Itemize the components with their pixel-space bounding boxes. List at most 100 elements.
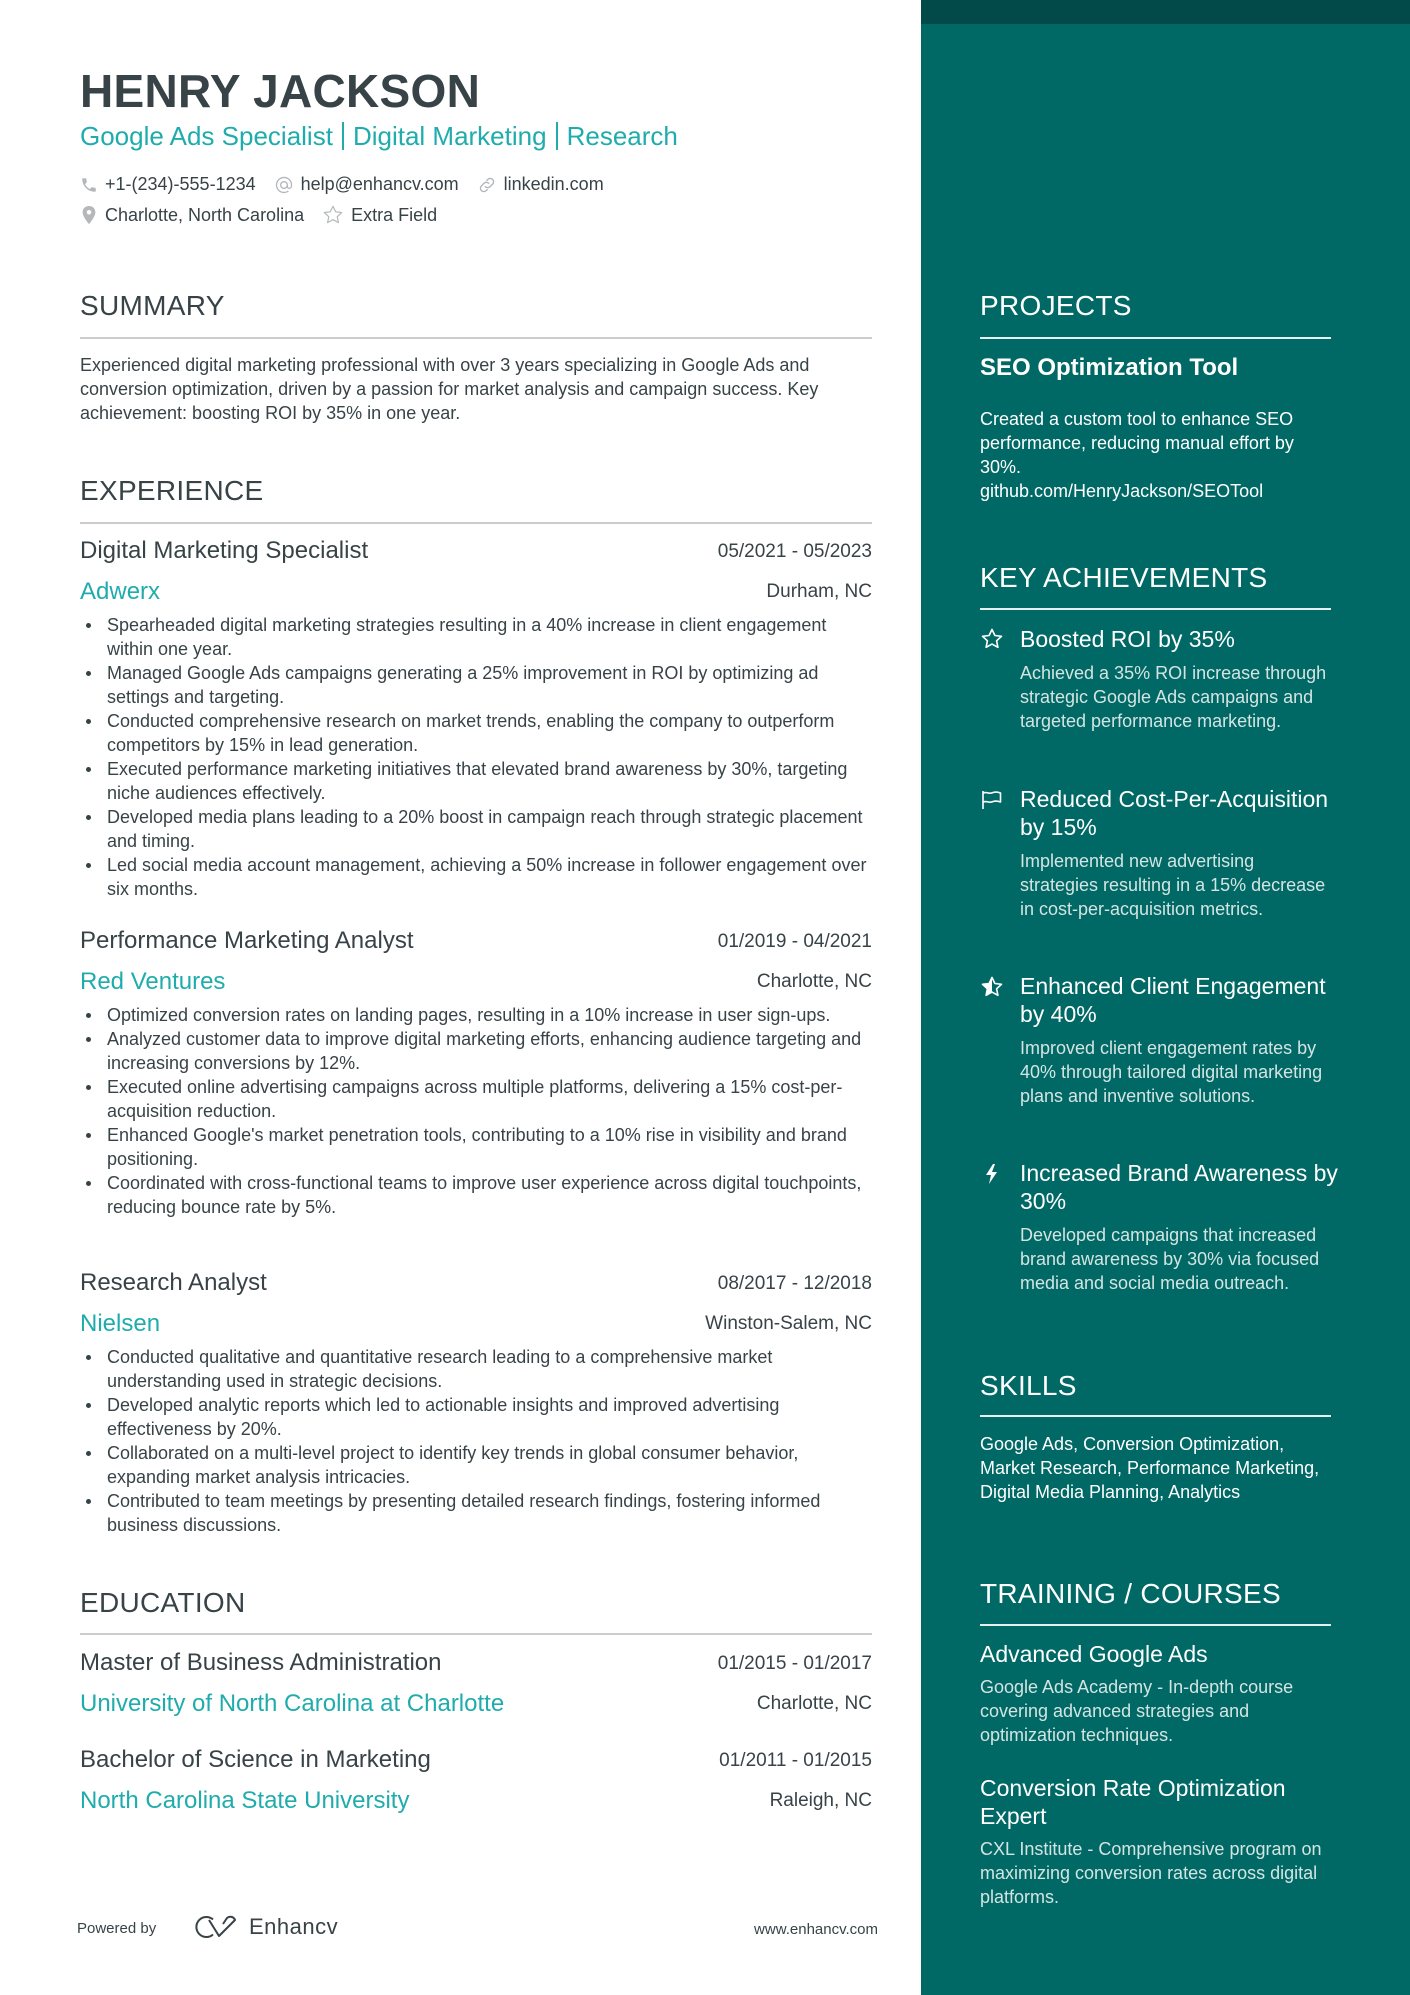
achievements-heading: KEY ACHIEVEMENTS [980, 562, 1268, 593]
star-outline-icon [323, 205, 343, 224]
summary-divider [80, 337, 872, 339]
headline: Google Ads Specialist Digital Marketing Re… [80, 121, 678, 152]
job-dates: 01/2019 - 04/2021 [717, 931, 872, 952]
job-location: Winston-Salem, NC [705, 1313, 872, 1334]
bullet-item: Led social media account management, ach… [80, 853, 872, 901]
bullet-item: Developed media plans leading to a 20% b… [80, 805, 872, 853]
achievement-title: Reduced Cost-Per-Acquisition by 15% [1020, 786, 1329, 840]
project-description-text: Created a custom tool to enhance SEO per… [980, 409, 1294, 477]
phone-text: +1-(234)-555-1234 [105, 174, 256, 194]
email-text: help@enhancv.com [300, 174, 459, 194]
headline-title-3: Research [566, 121, 678, 151]
education-divider [80, 1633, 872, 1635]
bullet-item: Optimized conversion rates on landing pa… [80, 1003, 872, 1027]
location-pin-icon [82, 206, 96, 224]
bullet-item: Coordinated with cross-functional teams … [80, 1171, 872, 1219]
project-title: SEO Optimization Tool [980, 354, 1239, 381]
flag-icon [982, 791, 1002, 809]
job-company[interactable]: Nielsen [80, 1310, 160, 1338]
headline-title-2: Digital Marketing [352, 121, 547, 151]
school-location: Raleigh, NC [769, 1790, 872, 1811]
half-star-icon [981, 976, 1003, 997]
skills-heading: SKILLS [980, 1370, 1077, 1401]
location-text: Charlotte, North Carolina [105, 204, 305, 225]
bullet-item: Conducted qualitative and quantitative r… [80, 1345, 872, 1393]
job-company[interactable]: Red Ventures [80, 968, 225, 996]
bullet-item: Executed performance marketing initiativ… [80, 757, 872, 805]
link-icon [479, 177, 494, 192]
candidate-name: HENRY JACKSON [80, 65, 481, 117]
job-bullets: Optimized conversion rates on landing pa… [80, 1003, 872, 1219]
bullet-item: Developed analytic reports which led to … [80, 1393, 872, 1441]
sidebar: PROJECTS SEO Optimization Tool Created a… [921, 0, 1410, 1995]
achievement-title: Boosted ROI by 35% [1020, 626, 1235, 652]
course-title: Advanced Google Ads [980, 1641, 1208, 1667]
project-link[interactable]: github.com/HenryJackson/SEOTool [980, 479, 1332, 503]
bullet-item: Managed Google Ads campaigns generating … [80, 661, 872, 709]
contact-row-1: +1-(234)-555-1234 help@enhancv.com linke… [80, 174, 622, 195]
contact-extra: Extra Field [322, 204, 437, 226]
degree-title: Master of Business Administration [80, 1649, 442, 1676]
achievement-description: Developed campaigns that increased brand… [1020, 1225, 1320, 1293]
summary-heading: SUMMARY [80, 290, 225, 321]
phone-icon [82, 177, 96, 192]
achievements-divider [980, 608, 1331, 610]
bullet-item: Contributed to team meetings by presenti… [80, 1489, 872, 1537]
at-icon [275, 176, 292, 193]
training-divider [980, 1624, 1331, 1626]
job-dates: 08/2017 - 12/2018 [717, 1273, 872, 1294]
bullet-item: Enhanced Google's market penetration too… [80, 1123, 872, 1171]
education-heading: EDUCATION [80, 1587, 246, 1618]
powered-by-label: Powered by [77, 1920, 157, 1937]
project-description: Created a custom tool to enhance SEO per… [980, 407, 1332, 503]
school-location: Charlotte, NC [756, 1693, 872, 1714]
achievement-title: Enhanced Client Engagement by 40% [1020, 973, 1326, 1027]
training-heading: TRAINING / COURSES [980, 1578, 1281, 1609]
contact-row-2: Charlotte, North Carolina Extra Field [80, 204, 455, 226]
course-description: Google Ads Academy - In-depth course cov… [980, 1677, 1294, 1745]
extra-field-text: Extra Field [351, 204, 438, 225]
enhancv-logo[interactable]: Enhancv [195, 1914, 338, 1940]
bullet-item: Spearheaded digital marketing strategies… [80, 613, 872, 661]
projects-divider [980, 337, 1331, 339]
job-bullets: Conducted qualitative and quantitative r… [80, 1345, 872, 1537]
school-name[interactable]: North Carolina State University [80, 1787, 409, 1815]
achievement-description: Improved client engagement rates by 40% … [1020, 1038, 1323, 1106]
enhancv-brand: Enhancv [249, 1914, 339, 1939]
job-bullets: Spearheaded digital marketing strategies… [80, 613, 872, 901]
job-dates: 05/2021 - 05/2023 [717, 541, 872, 562]
course-description: CXL Institute - Comprehensive program on… [980, 1839, 1322, 1907]
skills-divider [980, 1415, 1331, 1417]
course-title: Conversion Rate Optimization Expert [980, 1775, 1286, 1829]
achievement-description: Implemented new advertising strategies r… [1020, 851, 1326, 919]
bullet-item: Collaborated on a multi-level project to… [80, 1441, 872, 1489]
lightning-icon [986, 1164, 997, 1184]
degree-title: Bachelor of Science in Marketing [80, 1746, 431, 1773]
bullet-item: Executed online advertising campaigns ac… [80, 1075, 872, 1123]
contact-phone[interactable]: +1-(234)-555-1234 [80, 174, 256, 195]
job-title: Digital Marketing Specialist [80, 537, 369, 564]
contact-location: Charlotte, North Carolina [80, 205, 304, 226]
bullet-item: Conducted comprehensive research on mark… [80, 709, 872, 757]
achievement-description: Achieved a 35% ROI increase through stra… [1020, 663, 1327, 731]
contact-link[interactable]: linkedin.com [477, 174, 604, 195]
skills-text: Google Ads, Conversion Optimization, Mar… [980, 1434, 1320, 1502]
headline-title-1: Google Ads Specialist [80, 121, 333, 151]
summary-text: Experienced digital marketing profession… [80, 355, 819, 423]
education-dates: 01/2011 - 01/2015 [719, 1750, 872, 1771]
bullet-item: Analyzed customer data to improve digita… [80, 1027, 872, 1075]
footer-url[interactable]: www.enhancv.com [754, 1921, 878, 1938]
job-location: Charlotte, NC [756, 971, 872, 992]
achievement-title: Increased Brand Awareness by 30% [1020, 1160, 1338, 1214]
contact-email[interactable]: help@enhancv.com [274, 174, 459, 195]
projects-heading: PROJECTS [980, 290, 1132, 321]
school-name[interactable]: University of North Carolina at Charlott… [80, 1690, 504, 1718]
experience-heading: EXPERIENCE [80, 475, 264, 506]
job-company[interactable]: Adwerx [80, 578, 160, 606]
headline-separator [555, 122, 558, 150]
job-location: Durham, NC [766, 581, 872, 602]
education-dates: 01/2015 - 01/2017 [717, 1653, 872, 1674]
experience-divider [80, 522, 872, 524]
sidebar-top-strip [921, 0, 1410, 24]
enhancv-logo-icon [195, 1915, 236, 1938]
